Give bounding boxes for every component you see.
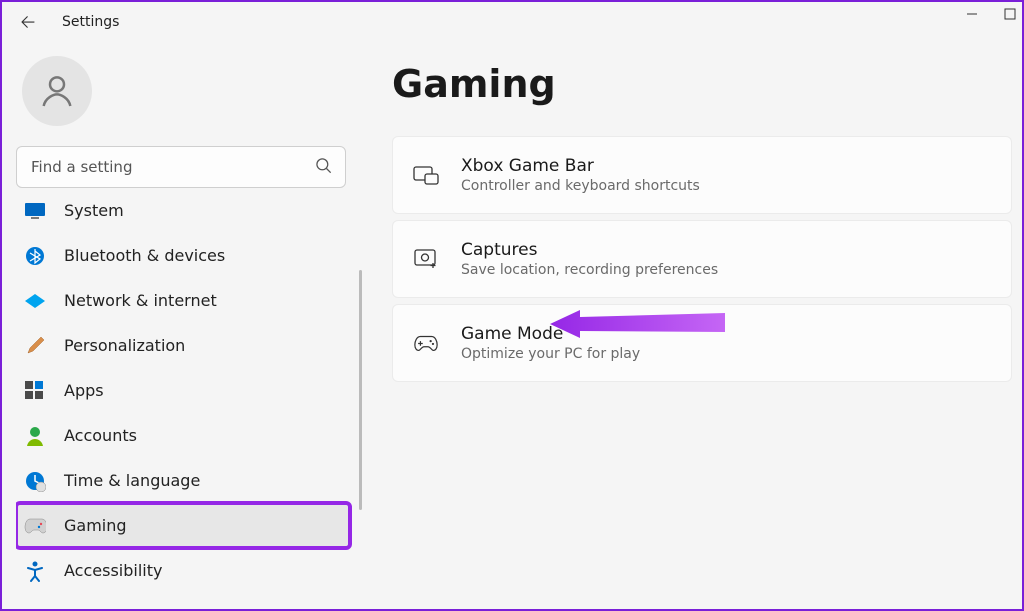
nav-label: Personalization (64, 336, 185, 355)
nav-label: Bluetooth & devices (64, 246, 225, 265)
game-mode-icon (413, 330, 439, 356)
sidebar-item-network[interactable]: Network & internet (16, 278, 350, 323)
titlebar: Settings (2, 2, 1022, 42)
sidebar-item-accounts[interactable]: Accounts (16, 413, 350, 458)
card-title: Xbox Game Bar (461, 156, 700, 176)
window-controls (964, 6, 1018, 22)
clock-globe-icon (24, 470, 46, 492)
captures-icon (413, 246, 439, 272)
card-subtitle: Save location, recording preferences (461, 262, 718, 278)
sidebar-item-accessibility[interactable]: Accessibility (16, 548, 350, 593)
sidebar-item-bluetooth[interactable]: Bluetooth & devices (16, 233, 350, 278)
bluetooth-icon (24, 245, 46, 267)
page-title: Gaming (392, 62, 1022, 106)
maximize-button[interactable] (1002, 6, 1018, 22)
nav-label: System (64, 201, 124, 220)
arrow-left-icon (19, 13, 37, 31)
nav-label: Time & language (64, 471, 200, 490)
sidebar-item-apps[interactable]: Apps (16, 368, 350, 413)
avatar[interactable] (22, 56, 92, 126)
person-icon (37, 71, 77, 111)
search-icon (314, 156, 334, 176)
sidebar-item-system[interactable]: System (16, 198, 350, 233)
search-input[interactable] (16, 146, 346, 188)
sidebar-item-gaming[interactable]: Gaming (16, 503, 350, 548)
minimize-button[interactable] (964, 6, 980, 22)
card-title: Captures (461, 240, 718, 260)
nav-label: Apps (64, 381, 104, 400)
xbox-game-bar-icon (413, 162, 439, 188)
card-game-mode[interactable]: Game Mode Optimize your PC for play (392, 304, 1012, 382)
main-content: Gaming Xbox Game Bar Controller and keyb… (362, 42, 1022, 609)
window-title: Settings (62, 14, 119, 30)
accessibility-icon (24, 560, 46, 582)
nav-label: Accessibility (64, 561, 162, 580)
nav-list[interactable]: System Bluetooth & devices Network & int… (16, 198, 362, 609)
system-icon (24, 200, 46, 222)
card-xbox-game-bar[interactable]: Xbox Game Bar Controller and keyboard sh… (392, 136, 1012, 214)
back-button[interactable] (12, 6, 44, 38)
sidebar-item-time-language[interactable]: Time & language (16, 458, 350, 503)
sidebar-item-personalization[interactable]: Personalization (16, 323, 350, 368)
card-subtitle: Optimize your PC for play (461, 346, 640, 362)
wifi-icon (24, 290, 46, 312)
apps-icon (24, 380, 46, 402)
nav-label: Accounts (64, 426, 137, 445)
sidebar: System Bluetooth & devices Network & int… (2, 42, 362, 609)
card-captures[interactable]: Captures Save location, recording prefer… (392, 220, 1012, 298)
accounts-icon (24, 425, 46, 447)
nav-label: Network & internet (64, 291, 217, 310)
nav-label: Gaming (64, 516, 127, 535)
card-title: Game Mode (461, 324, 640, 344)
paintbrush-icon (24, 335, 46, 357)
gaming-icon (24, 515, 46, 537)
settings-list: Xbox Game Bar Controller and keyboard sh… (392, 136, 1022, 382)
card-subtitle: Controller and keyboard shortcuts (461, 178, 700, 194)
